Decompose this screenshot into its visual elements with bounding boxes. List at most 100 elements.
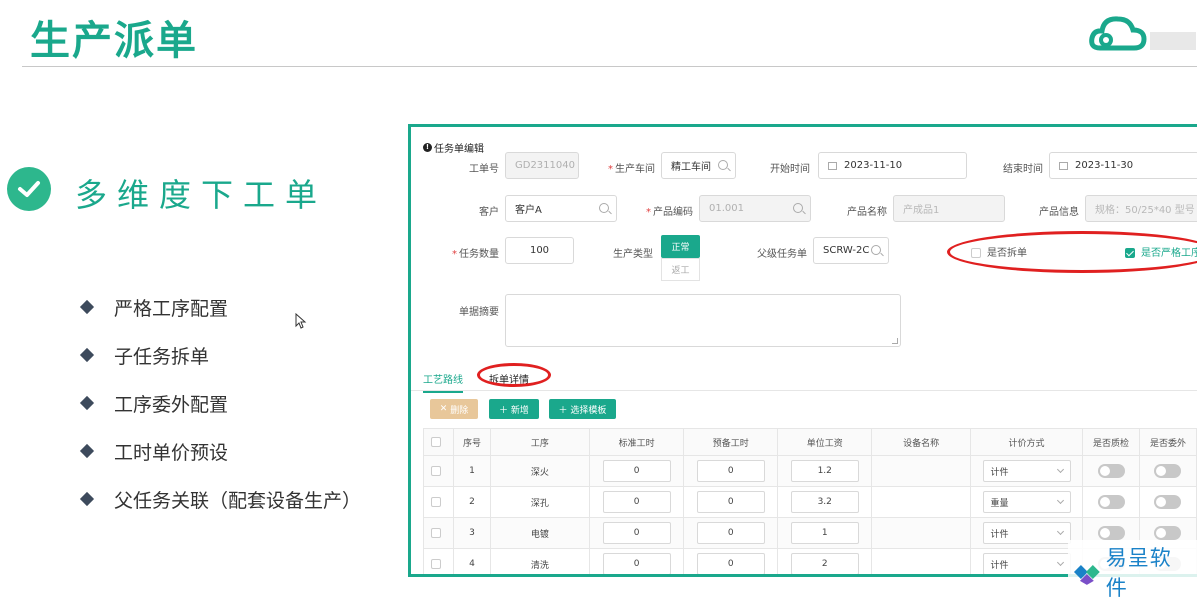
device-name-cell[interactable] bbox=[871, 517, 971, 549]
chevron-down-icon bbox=[1056, 496, 1064, 505]
column-header: 序号 bbox=[453, 428, 491, 456]
product-code-field[interactable]: 01.001 bbox=[699, 195, 811, 222]
mouse-pointer-icon bbox=[295, 313, 307, 329]
product-name-field[interactable]: 产成品1 bbox=[893, 195, 1005, 222]
column-header: 工序 bbox=[489, 428, 591, 456]
start-time-picker[interactable]: 2023-11-10 bbox=[818, 152, 967, 179]
prep-hours-cell: 0 bbox=[683, 486, 779, 518]
summary-label: 单据摘要 bbox=[459, 307, 499, 318]
std-hours-cell: 0 bbox=[589, 455, 685, 487]
process-name: 清洗 bbox=[489, 548, 591, 574]
pricing-select[interactable]: 重量 bbox=[982, 491, 1071, 513]
customer-select[interactable]: 客户A bbox=[505, 195, 617, 222]
list-item-label: 工序委外配置 bbox=[114, 393, 229, 416]
prep-hours-input[interactable]: 0 bbox=[696, 522, 765, 544]
outsource-toggle[interactable] bbox=[1154, 495, 1182, 509]
prep-hours-input[interactable]: 0 bbox=[696, 491, 765, 513]
device-name-cell[interactable] bbox=[871, 548, 971, 574]
pricing-select[interactable]: 计件 bbox=[982, 460, 1071, 482]
list-item: 工序委外配置 bbox=[79, 379, 361, 427]
brand-watermark: 易呈软件 bbox=[1068, 540, 1197, 604]
diamond-bullet-icon bbox=[79, 491, 95, 507]
workshop-select[interactable]: 精工车间 bbox=[661, 152, 736, 179]
highlight-circle bbox=[947, 231, 1197, 273]
product-code-label: * 产品编码 bbox=[646, 207, 693, 218]
row-number: 1 bbox=[453, 455, 491, 487]
parent-task-select[interactable]: SCRW-2C bbox=[813, 237, 889, 264]
delete-button[interactable]: ✕ 删除 bbox=[430, 399, 478, 419]
pricing-cell: 计件 bbox=[969, 548, 1084, 574]
row-select-cell[interactable] bbox=[422, 455, 455, 487]
prep-hours-cell: 0 bbox=[683, 548, 779, 574]
list-item: 子任务拆单 bbox=[79, 331, 361, 379]
device-name-cell[interactable] bbox=[871, 455, 971, 487]
select-all-cell[interactable] bbox=[422, 428, 455, 456]
outsource-cell bbox=[1138, 486, 1197, 518]
std-hours-input[interactable]: 0 bbox=[602, 553, 671, 574]
search-icon bbox=[793, 203, 803, 213]
end-time-label: 结束时间 bbox=[1003, 164, 1043, 175]
list-item-label: 严格工序配置 bbox=[114, 297, 229, 320]
qc-toggle[interactable] bbox=[1097, 495, 1125, 509]
search-icon bbox=[599, 203, 609, 213]
row-select-cell[interactable] bbox=[422, 517, 455, 549]
prep-hours-cell: 0 bbox=[683, 517, 779, 549]
cloud-gear-logo-icon bbox=[1089, 16, 1196, 51]
process-name: 深火 bbox=[489, 455, 591, 487]
unit-wage-input[interactable]: 2 bbox=[790, 553, 859, 574]
row-select-cell[interactable] bbox=[422, 548, 455, 574]
pricing-cell: 重量 bbox=[969, 486, 1084, 518]
panel-title: 任务单编辑 bbox=[434, 144, 484, 155]
parent-task-label: 父级任务单 bbox=[757, 249, 807, 260]
task-order-edit-panel: ! 任务单编辑 工单号 GD2311040 * 生产车间 精工车间 开始时间 20… bbox=[408, 124, 1197, 577]
column-header: 标准工时 bbox=[589, 428, 685, 456]
column-header: 设备名称 bbox=[871, 428, 971, 456]
summary-textarea[interactable] bbox=[505, 294, 901, 347]
prep-hours-cell: 0 bbox=[683, 455, 779, 487]
list-item-label: 父任务关联（配套设备生产） bbox=[114, 489, 362, 512]
product-info-label: 产品信息 bbox=[1039, 207, 1079, 218]
checkmark-icon bbox=[7, 167, 51, 211]
pricing-select[interactable]: 计件 bbox=[982, 553, 1071, 574]
prep-hours-input[interactable]: 0 bbox=[696, 553, 765, 574]
info-icon: ! bbox=[423, 143, 432, 152]
select-template-button[interactable]: ＋ 选择模板 bbox=[549, 399, 616, 419]
qc-toggle[interactable] bbox=[1097, 526, 1125, 540]
unit-wage-cell: 1 bbox=[777, 517, 873, 549]
checkbox-icon bbox=[430, 465, 441, 476]
diamond-bullet-icon bbox=[79, 299, 95, 315]
process-name: 深孔 bbox=[489, 486, 591, 518]
outsource-toggle[interactable] bbox=[1154, 526, 1182, 540]
table-row: 1 深火 0 0 1.2 计件 bbox=[422, 455, 1197, 487]
task-qty-input[interactable]: 100 bbox=[505, 237, 574, 264]
outsource-toggle[interactable] bbox=[1154, 464, 1182, 478]
unit-wage-input[interactable]: 1 bbox=[790, 522, 859, 544]
unit-wage-input[interactable]: 3.2 bbox=[790, 491, 859, 513]
add-button[interactable]: ＋ 新增 bbox=[489, 399, 539, 419]
row-number: 4 bbox=[453, 548, 491, 574]
chevron-down-icon bbox=[1056, 465, 1064, 474]
feature-headline: 多维度下工单 bbox=[75, 176, 328, 214]
product-info-field[interactable]: 规格：50/25*40 型号 bbox=[1085, 195, 1197, 222]
std-hours-input[interactable]: 0 bbox=[602, 522, 671, 544]
order-no-field[interactable]: GD2311040 bbox=[505, 152, 579, 179]
highlight-circle bbox=[477, 363, 551, 387]
unit-wage-input[interactable]: 1.2 bbox=[790, 460, 859, 482]
qc-cell bbox=[1082, 486, 1140, 518]
unit-wage-cell: 3.2 bbox=[777, 486, 873, 518]
device-name-cell[interactable] bbox=[871, 486, 971, 518]
std-hours-input[interactable]: 0 bbox=[602, 460, 671, 482]
row-select-cell[interactable] bbox=[422, 486, 455, 518]
prod-type-normal-option[interactable]: 正常 bbox=[661, 235, 700, 258]
panel-header: ! 任务单编辑 bbox=[423, 140, 484, 155]
prod-type-rework-option[interactable]: 返工 bbox=[661, 258, 700, 281]
qc-toggle[interactable] bbox=[1097, 464, 1125, 478]
end-time-picker[interactable]: 2023-11-30 bbox=[1049, 152, 1197, 179]
pricing-select[interactable]: 计件 bbox=[982, 522, 1071, 544]
std-hours-cell: 0 bbox=[589, 517, 685, 549]
qc-cell bbox=[1082, 455, 1140, 487]
std-hours-input[interactable]: 0 bbox=[602, 491, 671, 513]
tab-process-route[interactable]: 工艺路线 bbox=[423, 371, 463, 393]
prep-hours-input[interactable]: 0 bbox=[696, 460, 765, 482]
brand-name: 易呈软件 bbox=[1105, 546, 1172, 600]
